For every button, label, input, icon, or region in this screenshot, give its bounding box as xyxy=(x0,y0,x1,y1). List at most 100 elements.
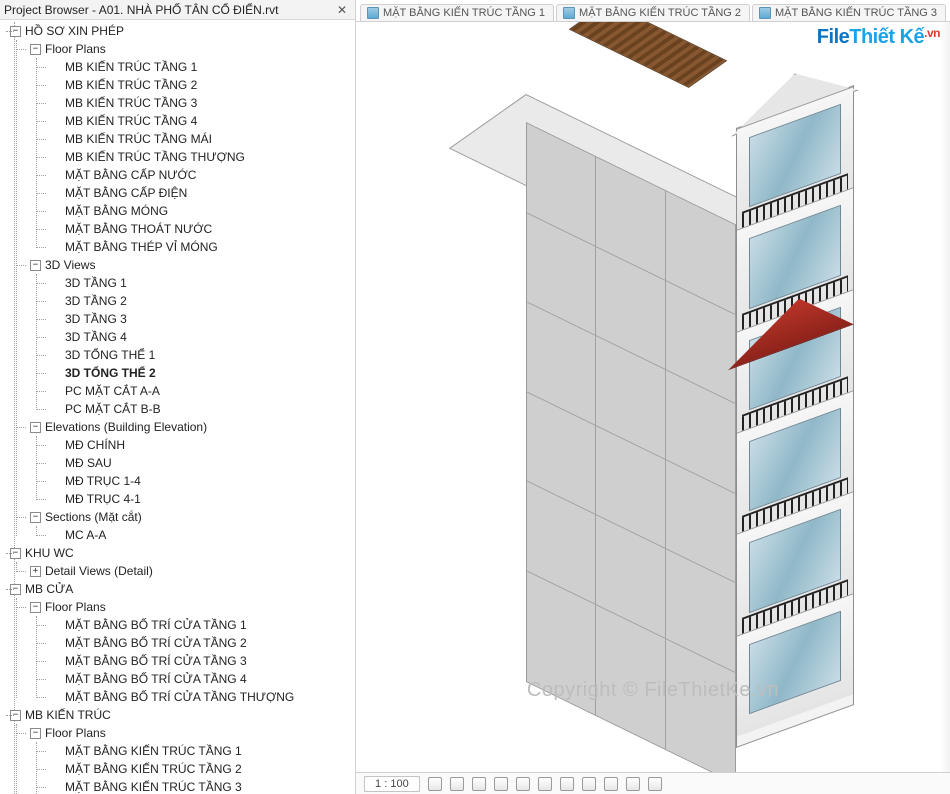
tree-item[interactable]: MĐ TRỤC 1-4 xyxy=(48,472,355,490)
tree-item[interactable]: MẶT BẰNG BỐ TRÍ CỬA TẦNG 4 xyxy=(48,670,355,688)
tree-item[interactable]: MB KIẾN TRÚC TẦNG 3 xyxy=(48,94,355,112)
temporary-hide-icon[interactable] xyxy=(604,777,618,791)
tree-item[interactable]: MĐ TRỤC 4-1 xyxy=(48,490,355,508)
collapse-icon[interactable]: − xyxy=(30,260,41,271)
tree-item[interactable]: MC A-A xyxy=(48,526,355,544)
tree-item[interactable]: MĐ SAU xyxy=(48,454,355,472)
tree-item-label: MB KIẾN TRÚC xyxy=(25,706,111,724)
collapse-icon[interactable]: − xyxy=(30,44,41,55)
collapse-icon[interactable]: − xyxy=(30,728,41,739)
tree-branch[interactable]: + Detail Views (Detail) xyxy=(28,562,355,580)
collapse-icon[interactable]: − xyxy=(10,710,21,721)
sun-path-icon[interactable] xyxy=(472,777,486,791)
tree-branch[interactable]: −Floor Plans xyxy=(28,598,355,616)
tree-leaf-marker xyxy=(50,116,61,127)
tree-item[interactable]: MB KIẾN TRÚC TẦNG 1 xyxy=(48,58,355,76)
view-tab[interactable]: MẶT BẰNG KIẾN TRÚC TẦNG 1 xyxy=(360,4,554,21)
tree-item-label: 3D TỔNG THỂ 1 xyxy=(65,346,155,364)
view-tabs: MẶT BẰNG KIẾN TRÚC TẦNG 1 MẶT BẰNG KIẾN T… xyxy=(356,0,950,22)
tree-item[interactable]: MB KIẾN TRÚC TẦNG THƯỢNG xyxy=(48,148,355,166)
tree-item-label: Elevations (Building Elevation) xyxy=(45,418,207,436)
tree-item[interactable]: PC MẶT CẮT B-B xyxy=(48,400,355,418)
shadows-icon[interactable] xyxy=(494,777,508,791)
tree-item-label: MẶT BẰNG KIẾN TRÚC TẦNG 2 xyxy=(65,760,242,778)
tree-branch[interactable]: −Floor Plans xyxy=(28,724,355,742)
lock-3d-icon[interactable] xyxy=(582,777,596,791)
view-tab-icon xyxy=(563,7,575,19)
tree-leaf-marker xyxy=(50,80,61,91)
tree-leaf-marker xyxy=(50,350,61,361)
tree-item-label: Floor Plans xyxy=(45,724,106,742)
view-tab-label: MẶT BẰNG KIẾN TRÚC TẦNG 2 xyxy=(579,7,741,19)
view-tab[interactable]: MẶT BẰNG KIẾN TRÚC TẦNG 3 xyxy=(752,4,946,21)
tree-branch[interactable]: −Sections (Mặt cắt) xyxy=(28,508,355,526)
worksharing-icon[interactable] xyxy=(648,777,662,791)
crop-view-icon[interactable] xyxy=(538,777,552,791)
tree-leaf-marker xyxy=(50,674,61,685)
tree-branch[interactable]: −Floor Plans xyxy=(28,40,355,58)
collapse-icon[interactable]: − xyxy=(10,548,21,559)
close-icon[interactable]: ✕ xyxy=(333,3,351,17)
tree-leaf-marker xyxy=(50,764,61,775)
tree-leaf-marker xyxy=(50,314,61,325)
tree-item-label: 3D TỔNG THỂ 2 xyxy=(65,364,156,382)
tree-leaf-marker xyxy=(50,152,61,163)
detail-level-icon[interactable] xyxy=(428,777,442,791)
tree-item[interactable]: MẶT BẰNG BỐ TRÍ CỬA TẦNG 1 xyxy=(48,616,355,634)
tree-item[interactable]: MẶT BẰNG KIẾN TRÚC TẦNG 3 xyxy=(48,778,355,794)
tree-item[interactable]: 3D TẦNG 3 xyxy=(48,310,355,328)
crop-region-icon[interactable] xyxy=(560,777,574,791)
tree-item[interactable]: MB KIẾN TRÚC TẦNG MÁI xyxy=(48,130,355,148)
tree-branch[interactable]: −MB KIẾN TRÚC xyxy=(8,706,355,724)
tree-item[interactable]: 3D TẦNG 2 xyxy=(48,292,355,310)
tree-branch[interactable]: −HỒ SƠ XIN PHÉP xyxy=(8,22,355,40)
collapse-icon[interactable]: − xyxy=(10,584,21,595)
tree-item[interactable]: MẶT BẰNG THÉP VỈ MÓNG xyxy=(48,238,355,256)
tree-branch[interactable]: −KHU WC xyxy=(8,544,355,562)
tree-item-label: MẶT BẰNG CẤP NƯỚC xyxy=(65,166,196,184)
reveal-hidden-icon[interactable] xyxy=(626,777,640,791)
tree-item[interactable]: PC MẶT CẮT A-A xyxy=(48,382,355,400)
scale-selector[interactable]: 1 : 100 xyxy=(364,776,420,792)
tree-item-label: MB KIẾN TRÚC TẦNG MÁI xyxy=(65,130,212,148)
tree-item[interactable]: MẶT BẰNG KIẾN TRÚC TẦNG 2 xyxy=(48,760,355,778)
tree-leaf-marker xyxy=(50,746,61,757)
tree-item[interactable]: MẶT BẰNG CẤP ĐIỆN xyxy=(48,184,355,202)
tree-item-label: MẶT BẰNG BỐ TRÍ CỬA TẦNG 4 xyxy=(65,670,247,688)
tree-item-label: MẶT BẰNG THOÁT NƯỚC xyxy=(65,220,212,238)
visual-style-icon[interactable] xyxy=(450,777,464,791)
view-tab[interactable]: MẶT BẰNG KIẾN TRÚC TẦNG 2 xyxy=(556,4,750,21)
tree-item-label: PC MẶT CẮT A-A xyxy=(65,382,160,400)
tree-leaf-marker xyxy=(50,782,61,793)
tree-item[interactable]: 3D TẦNG 4 xyxy=(48,328,355,346)
tree-item[interactable]: 3D TẦNG 1 xyxy=(48,274,355,292)
collapse-icon[interactable]: − xyxy=(10,26,21,37)
collapse-icon[interactable]: − xyxy=(30,602,41,613)
tree-item-label: MB CỬA xyxy=(25,580,73,598)
viewport-3d[interactable]: FileThiết Kế.vn xyxy=(356,22,950,772)
tree-item[interactable]: MẶT BẰNG THOÁT NƯỚC xyxy=(48,220,355,238)
tree-item-label: Detail Views (Detail) xyxy=(45,562,153,580)
tree-branch[interactable]: −Elevations (Building Elevation) xyxy=(28,418,355,436)
tree-branch[interactable]: −MB CỬA xyxy=(8,580,355,598)
collapse-icon[interactable]: − xyxy=(30,422,41,433)
tree-item[interactable]: MĐ CHÍNH xyxy=(48,436,355,454)
collapse-icon[interactable]: − xyxy=(30,512,41,523)
tree-item[interactable]: MẶT BẰNG MÓNG xyxy=(48,202,355,220)
tree-item[interactable]: MẶT BẰNG CẤP NƯỚC xyxy=(48,166,355,184)
project-tree[interactable]: −HỒ SƠ XIN PHÉP−Floor PlansMB KIẾN TRÚC … xyxy=(0,20,355,794)
tree-item[interactable]: 3D TỔNG THỂ 2 xyxy=(48,364,355,382)
tree-item[interactable]: MẶT BẰNG KIẾN TRÚC TẦNG 1 xyxy=(48,742,355,760)
tree-item[interactable]: MẶT BẰNG BỐ TRÍ CỬA TẦNG 2 xyxy=(48,634,355,652)
expand-icon[interactable]: + xyxy=(30,566,41,577)
tree-item[interactable]: MB KIẾN TRÚC TẦNG 4 xyxy=(48,112,355,130)
tree-item[interactable]: MẶT BẰNG BỐ TRÍ CỬA TẦNG THƯỢNG xyxy=(48,688,355,706)
tree-item[interactable]: 3D TỔNG THỂ 1 xyxy=(48,346,355,364)
tree-item-label: HỒ SƠ XIN PHÉP xyxy=(25,22,124,40)
tree-item-label: MẶT BẰNG CẤP ĐIỆN xyxy=(65,184,187,202)
tree-item[interactable]: MB KIẾN TRÚC TẦNG 2 xyxy=(48,76,355,94)
tree-item[interactable]: MẶT BẰNG BỐ TRÍ CỬA TẦNG 3 xyxy=(48,652,355,670)
tree-branch[interactable]: −3D Views xyxy=(28,256,355,274)
rendering-icon[interactable] xyxy=(516,777,530,791)
tree-item-label: MĐ CHÍNH xyxy=(65,436,125,454)
